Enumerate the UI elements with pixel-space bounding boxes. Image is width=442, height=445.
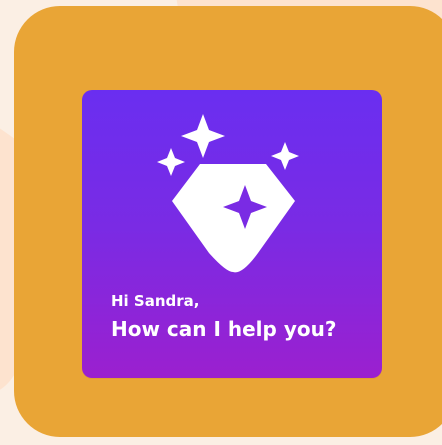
large-sparkle-icon — [181, 114, 225, 158]
help-question-text: How can I help you? — [111, 317, 337, 341]
right-sparkle-icon — [271, 142, 299, 170]
assistant-welcome-card: Hi Sandra, How can I help you? — [82, 90, 382, 378]
left-sparkle-icon — [157, 148, 185, 176]
diamond-icon — [172, 164, 295, 273]
greeting-text: Hi Sandra, — [111, 292, 200, 310]
